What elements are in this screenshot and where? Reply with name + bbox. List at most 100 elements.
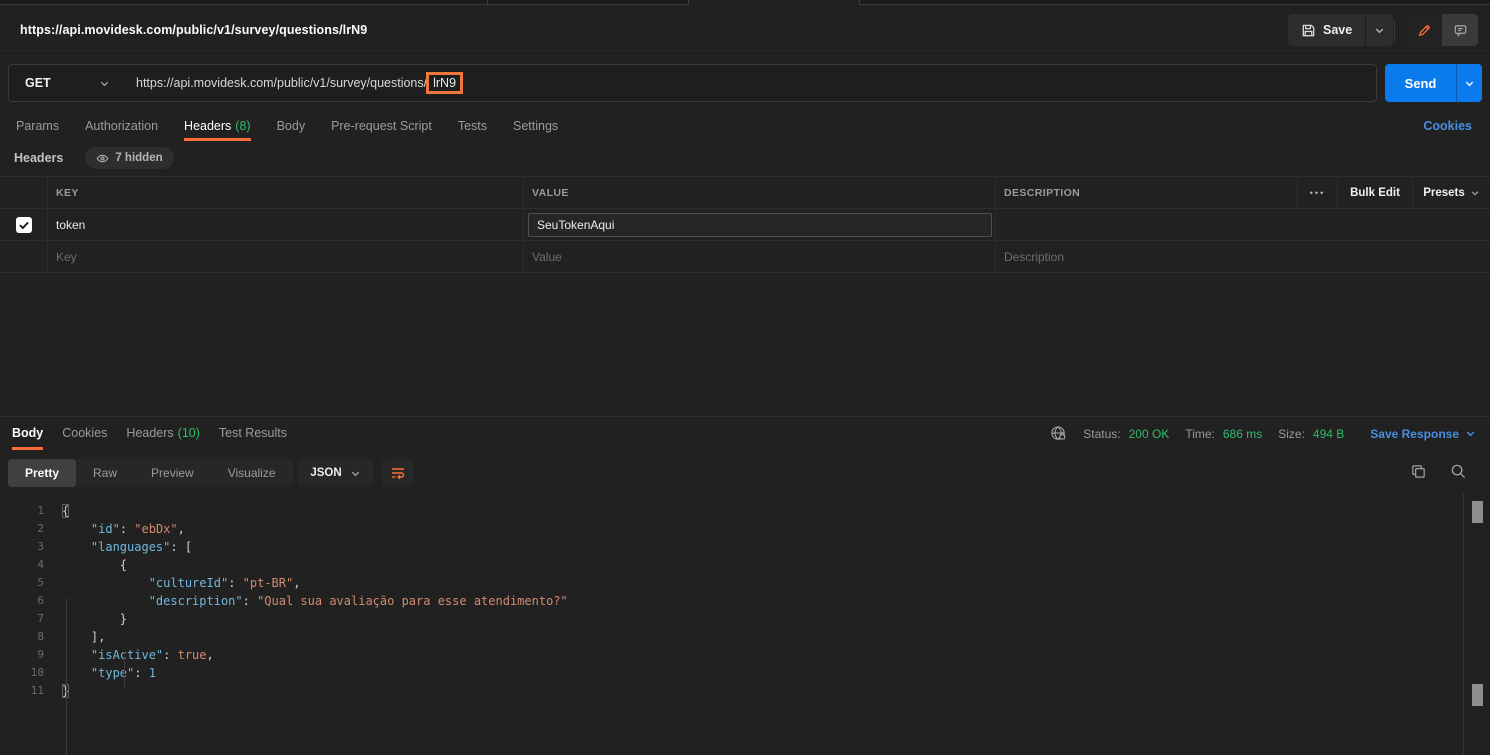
bulk-edit-button[interactable]: Bulk Edit — [1337, 177, 1412, 208]
line-content: "type": 1 — [90, 666, 156, 680]
row-checkbox-cell — [0, 241, 47, 272]
comments-button[interactable] — [1442, 14, 1478, 46]
tab-pre-request-script[interactable]: Pre-request Script — [331, 111, 432, 141]
tab-body[interactable]: Body — [277, 111, 306, 141]
more-options-button[interactable]: ••• — [1297, 177, 1337, 208]
postman-window: https://api.movidesk.com/public/v1/surve… — [0, 0, 1490, 755]
line-content: { — [62, 504, 70, 518]
header-key-cell[interactable]: token — [47, 209, 523, 240]
response-tab-cookies[interactable]: Cookies — [62, 417, 107, 450]
line-number: 11 — [30, 684, 44, 697]
presets-label: Presets — [1423, 186, 1465, 199]
wrap-lines-button[interactable] — [382, 459, 413, 487]
send-options-button[interactable] — [1456, 64, 1482, 102]
hidden-headers-toggle[interactable]: 7 hidden — [85, 147, 174, 169]
tab-label: Pre-request Script — [331, 118, 432, 133]
header-description-cell[interactable] — [995, 209, 1490, 240]
code-line: 1{ — [0, 502, 1463, 520]
response-tab-body[interactable]: Body — [12, 417, 44, 450]
search-icon[interactable] — [1450, 463, 1467, 480]
line-number: 10 — [30, 666, 44, 679]
format-select[interactable]: JSON — [298, 459, 373, 487]
tab-label: Headers — [184, 118, 232, 133]
url-text: https://api.movidesk.com/public/v1/surve… — [136, 76, 428, 90]
headers-table: KEY VALUE DESCRIPTION ••• Bulk Edit Pres… — [0, 176, 1490, 273]
header-value-cell: SeuTokenAqui — [523, 209, 995, 240]
line-content: { — [62, 558, 128, 572]
tab-label: Cookies — [62, 426, 108, 440]
side-panel-toggle-group — [1407, 14, 1478, 46]
save-button[interactable]: Save — [1288, 14, 1365, 46]
response-toolbar: Pretty Raw Preview Visualize JSON — [0, 453, 1490, 493]
header-value-input[interactable]: SeuTokenAqui — [528, 212, 992, 237]
scrollbar-mark — [1472, 684, 1483, 706]
request-title-bar: https://api.movidesk.com/public/v1/surve… — [0, 6, 1490, 53]
tab-headers[interactable]: Headers (8) — [184, 111, 251, 141]
line-content: "id": "ebDx", — [90, 522, 185, 536]
indent-guide — [66, 598, 67, 755]
code-line: 6 "description": "Qual sua avaliação par… — [0, 592, 1463, 610]
tab-settings[interactable]: Settings — [513, 111, 558, 141]
url-input[interactable]: https://api.movidesk.com/public/v1/surve… — [122, 64, 1377, 102]
save-options-button[interactable] — [1365, 14, 1393, 46]
tab-tests[interactable]: Tests — [458, 111, 487, 141]
line-content: "isActive": true, — [90, 648, 214, 662]
header-row-token: token SeuTokenAqui — [0, 209, 1490, 241]
headers-section-header: Headers 7 hidden — [0, 143, 1490, 173]
row-checkbox[interactable] — [15, 216, 32, 233]
line-number: 2 — [37, 522, 44, 535]
line-number: 9 — [37, 648, 44, 661]
save-icon — [1301, 23, 1316, 38]
divider — [1394, 19, 1395, 41]
response-tab-test-results[interactable]: Test Results — [219, 417, 287, 450]
code-line: 3 "languages": [ — [0, 538, 1463, 556]
response-tab-headers[interactable]: Headers (10) — [126, 417, 199, 450]
view-preview[interactable]: Preview — [134, 459, 211, 487]
scrollbar-thumb[interactable] — [1472, 501, 1483, 523]
edit-pencil-icon — [1417, 23, 1432, 38]
cookies-link[interactable]: Cookies — [1423, 111, 1472, 141]
documentation-button[interactable] — [1407, 14, 1442, 46]
view-mode-segmented-control: Pretty Raw Preview Visualize — [8, 459, 293, 487]
eye-icon — [96, 152, 109, 165]
new-key-input[interactable]: Key — [47, 241, 523, 272]
view-raw[interactable]: Raw — [76, 459, 134, 487]
tab-label: Headers — [126, 426, 174, 440]
table-header-row: KEY VALUE DESCRIPTION ••• Bulk Edit Pres… — [0, 177, 1490, 209]
code-line: 4 { — [0, 556, 1463, 574]
new-description-input[interactable]: Description — [995, 241, 1490, 272]
indent-guide — [124, 652, 125, 688]
copy-button[interactable] — [1410, 463, 1427, 480]
tab-divider — [688, 0, 689, 5]
save-response-button[interactable]: Save Response — [1370, 427, 1476, 441]
send-button[interactable]: Send — [1385, 64, 1482, 102]
tab-label: Authorization — [85, 118, 159, 133]
method-value: GET — [25, 76, 51, 90]
presets-button[interactable]: Presets — [1412, 177, 1490, 208]
request-url-row: GET https://api.movidesk.com/public/v1/s… — [0, 53, 1490, 111]
tab-label: Test Results — [218, 426, 287, 440]
tab-authorization[interactable]: Authorization — [85, 111, 158, 141]
tab-params[interactable]: Params — [16, 111, 59, 141]
new-value-input[interactable]: Value — [523, 241, 995, 272]
view-pretty[interactable]: Pretty — [8, 459, 77, 487]
tab-count: (10) — [177, 426, 200, 440]
time-label: Time: — [1185, 426, 1215, 441]
response-body-editor[interactable]: 1{2 "id": "ebDx", 3 "languages": [4 {5 "c… — [0, 493, 1463, 755]
size-label: Size: — [1278, 426, 1305, 441]
globe-lock-icon — [1050, 425, 1067, 442]
view-visualize[interactable]: Visualize — [211, 459, 293, 487]
chevron-down-icon — [1374, 25, 1385, 36]
status-label: Status: — [1083, 426, 1121, 441]
code-line: 8 ], — [0, 628, 1463, 646]
save-button-group: Save — [1288, 14, 1394, 46]
chevron-down-icon — [99, 78, 110, 89]
checkbox-column — [0, 177, 47, 208]
response-tabs: Body Cookies Headers (10) Test Results — [0, 417, 287, 450]
line-number: 1 — [37, 504, 44, 517]
method-select[interactable]: GET — [8, 64, 123, 102]
request-tabs: Params Authorization Headers (8) Body Pr… — [0, 111, 1350, 141]
code-line: 7 } — [0, 610, 1463, 628]
scrollbar-track[interactable] — [1463, 493, 1490, 755]
code-line: 11} — [0, 682, 1463, 700]
